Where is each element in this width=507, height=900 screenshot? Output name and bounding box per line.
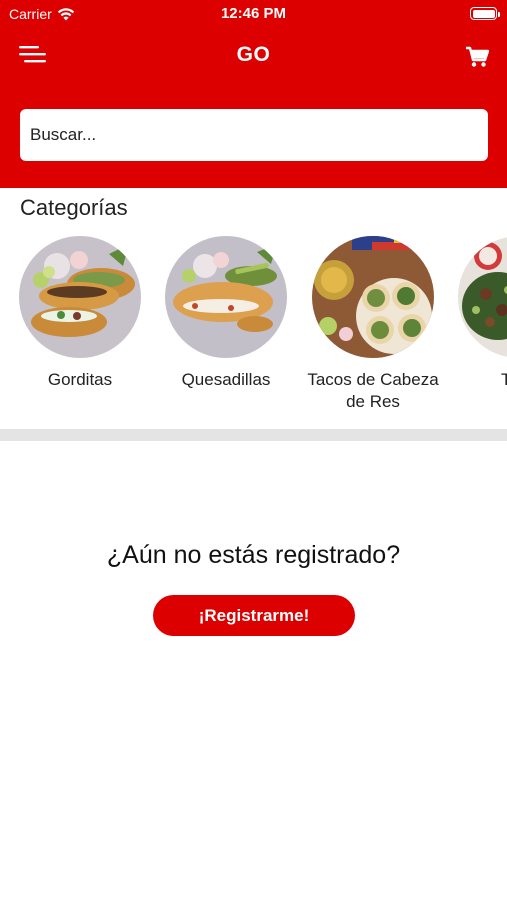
categories-title: Categorías xyxy=(20,195,128,220)
app-title: GO xyxy=(236,43,271,66)
category-quesadillas[interactable]: Quesadillas xyxy=(153,236,299,391)
register-button[interactable]: ¡Registrarme! xyxy=(153,595,355,636)
status-bar: Carrier 12:46 PM xyxy=(0,0,507,28)
category-label: Quesadillas xyxy=(181,370,271,389)
battery-icon xyxy=(470,7,500,20)
register-prompt: ¿Aún no estás registrado? xyxy=(106,541,401,569)
app-header: Carrier 12:46 PM GO xyxy=(0,0,507,188)
quesadillas-image xyxy=(165,236,287,358)
category-label: Tacos de Cabeza de Res xyxy=(307,370,439,411)
shopping-cart-icon[interactable] xyxy=(465,46,489,68)
category-taco[interactable]: Taco xyxy=(446,236,507,391)
gorditas-image xyxy=(19,236,141,358)
section-divider xyxy=(0,429,507,441)
status-time: 12:46 PM xyxy=(220,5,287,22)
category-label: Gorditas xyxy=(47,370,113,389)
nav-bar: GO xyxy=(0,36,507,76)
search-input[interactable] xyxy=(20,109,488,161)
categories-carousel[interactable]: Gorditas Quesadillas Tacos de Cabeza de … xyxy=(0,236,507,426)
tacos-cabeza-de-res-image xyxy=(312,236,434,358)
category-tacos-cabeza-de-res[interactable]: Tacos de Cabeza de Res xyxy=(300,236,446,413)
category-label: Taco xyxy=(501,370,507,389)
taco-image xyxy=(458,236,507,358)
category-gorditas[interactable]: Gorditas xyxy=(7,236,153,391)
